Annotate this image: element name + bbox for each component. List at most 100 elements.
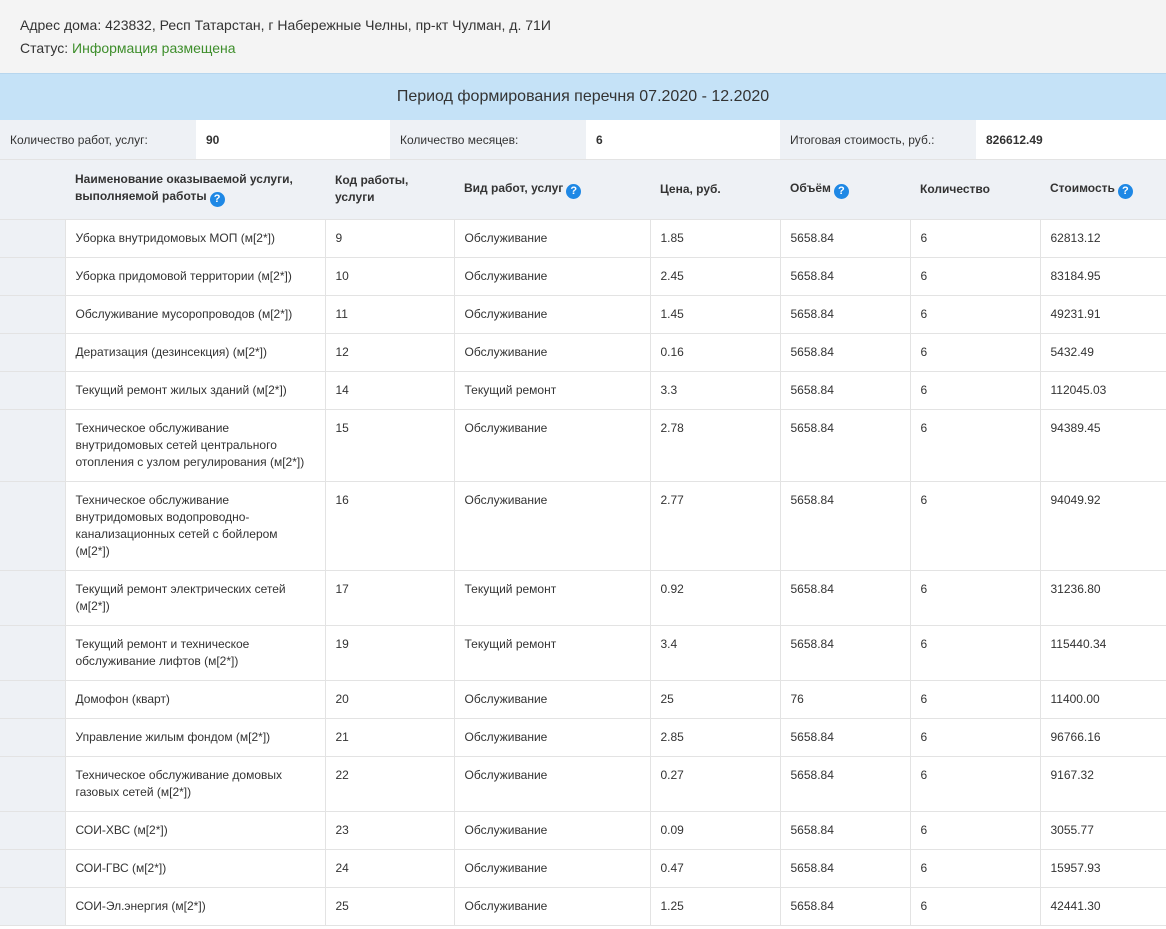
table-row: Уборка придомовой территории (м[2*]) 10 Об… [0,256,1166,296]
table-row: Текущий ремонт и техническое обслуживани… [0,624,1166,681]
cell-quantity: 6 [909,408,1041,482]
table-row: Техническое обслуживание внутридомовых с… [0,408,1166,482]
cell-cost: 11400.00 [1039,679,1166,719]
cell-cost: 3055.77 [1039,810,1166,850]
months-count-value: 6 [586,120,780,159]
table-row: Текущий ремонт электрических сетей (м[2*… [0,569,1166,626]
row-index-cell [0,569,66,626]
type-help-icon[interactable]: ? [566,183,582,199]
cell-code: 10 [324,256,455,296]
cell-type: Обслуживание [453,408,651,482]
row-index-cell [0,408,66,482]
summary-bar: Количество работ, услуг: 90 Количество м… [0,120,1166,160]
cell-name: Обслуживание мусоропроводов (м[2*]) [64,294,326,334]
cell-volume: 5658.84 [779,294,911,334]
cell-quantity: 6 [909,569,1041,626]
cell-price: 2.85 [649,717,781,757]
cell-quantity: 6 [909,294,1041,334]
cell-type: Обслуживание [453,810,651,850]
header-price: Цена, руб. [660,181,721,196]
table-row: Дератизация (дезинсекция) (м[2*]) 12 Обслу… [0,332,1166,372]
cell-type: Обслуживание [453,218,651,258]
cell-volume: 5658.84 [779,370,911,410]
cell-price: 2.78 [649,408,781,482]
cell-name: Уборка внутридомовых МОП (м[2*]) [64,218,326,258]
cell-volume: 5658.84 [779,332,911,372]
cell-code: 11 [324,294,455,334]
cell-quantity: 6 [909,256,1041,296]
cell-code: 9 [324,218,455,258]
cell-name: Домофон (кварт) [64,679,326,719]
name-help-icon[interactable]: ? [209,192,225,208]
cell-cost: 94049.92 [1039,480,1166,571]
row-index-cell [0,810,66,850]
cell-type: Текущий ремонт [453,370,651,410]
cell-code: 17 [324,569,455,626]
status-value: Информация размещена [72,40,236,56]
cell-quantity: 6 [909,810,1041,850]
cell-volume: 76 [779,679,911,719]
cell-quantity: 6 [909,624,1041,681]
table-body: Уборка внутридомовых МОП (м[2*]) 9 Обслужи… [0,218,1166,926]
cell-type: Обслуживание [453,332,651,372]
cell-name: Дератизация (дезинсекция) (м[2*]) [64,332,326,372]
header-name: Наименование оказываемой услуги, выполня… [65,160,325,219]
cost-help-icon[interactable]: ? [1117,183,1133,199]
cell-price: 0.47 [649,848,781,888]
row-index-cell [0,679,66,719]
cell-quantity: 6 [909,848,1041,888]
row-index-cell [0,218,66,258]
cell-code: 15 [324,408,455,482]
cell-cost: 115440.34 [1039,624,1166,681]
address-line: Адрес дома: 423832, Респ Татарстан, г На… [20,14,1166,37]
cell-cost: 31236.80 [1039,569,1166,626]
cell-name: СОИ-ХВС (м[2*]) [64,810,326,850]
cell-type: Обслуживание [453,480,651,571]
cell-type: Обслуживание [453,679,651,719]
table-row: Текущий ремонт жилых зданий (м[2*]) 14 Тек… [0,370,1166,410]
table-row: Техническое обслуживание домовых газовых… [0,755,1166,812]
volume-help-icon[interactable]: ? [833,183,849,199]
status-label: Статус: [20,40,69,56]
cell-name: Уборка придомовой территории (м[2*]) [64,256,326,296]
row-index-cell [0,624,66,681]
cell-price: 0.09 [649,810,781,850]
cell-code: 20 [324,679,455,719]
cell-price: 1.85 [649,218,781,258]
table-row: Обслуживание мусоропроводов (м[2*]) 11 Обс… [0,294,1166,334]
cell-quantity: 6 [909,886,1041,926]
header-cost: Стоимость? [1040,160,1166,219]
cell-name: СОИ-Эл.энергия (м[2*]) [64,886,326,926]
cell-cost: 49231.91 [1039,294,1166,334]
cell-cost: 9167.32 [1039,755,1166,812]
cell-volume: 5658.84 [779,624,911,681]
cell-quantity: 6 [909,332,1041,372]
cell-name: Управление жилым фондом (м[2*]) [64,717,326,757]
cell-type: Обслуживание [453,294,651,334]
header-type-text: Вид работ, услуг [464,180,564,195]
cell-volume: 5658.84 [779,810,911,850]
cell-price: 0.27 [649,755,781,812]
months-count-label: Количество месяцев: [390,120,586,159]
cell-price: 2.77 [649,480,781,571]
header-volume-text: Объём [790,180,831,195]
cell-price: 0.92 [649,569,781,626]
table-row: СОИ-ГВС (м[2*]) 24 Обслуживание 0.47 5658.84… [0,848,1166,888]
cell-quantity: 6 [909,717,1041,757]
cell-type: Текущий ремонт [453,624,651,681]
cell-cost: 15957.93 [1039,848,1166,888]
cell-volume: 5658.84 [779,218,911,258]
cell-price: 0.16 [649,332,781,372]
cell-volume: 5658.84 [779,256,911,296]
cell-name: Текущий ремонт жилых зданий (м[2*]) [64,370,326,410]
cell-type: Обслуживание [453,886,651,926]
cell-quantity: 6 [909,755,1041,812]
cell-cost: 5432.49 [1039,332,1166,372]
works-count-value: 90 [196,120,390,159]
row-index-cell [0,256,66,296]
table-row: СОИ-Эл.энергия (м[2*]) 25 Обслуживание 1.25… [0,886,1166,926]
row-index-cell [0,755,66,812]
cell-quantity: 6 [909,480,1041,571]
cell-quantity: 6 [909,218,1041,258]
cell-price: 1.45 [649,294,781,334]
